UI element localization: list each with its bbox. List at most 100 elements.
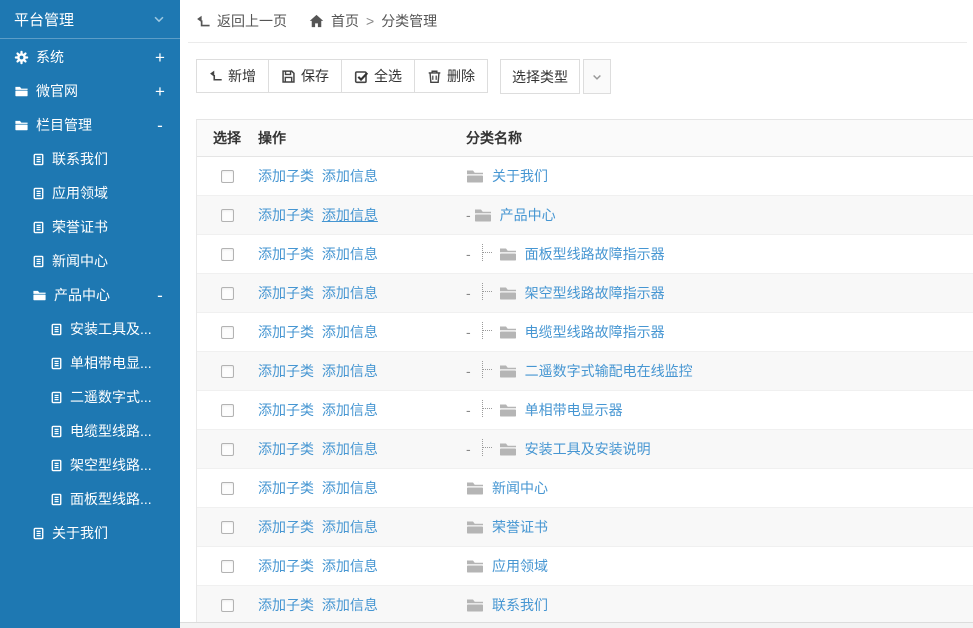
row-action-cell: 添加子类 添加信息	[258, 283, 460, 303]
row-checkbox[interactable]	[221, 560, 234, 573]
collapse-dash[interactable]: -	[466, 403, 471, 417]
sidebar-item[interactable]: 新闻中心	[0, 244, 180, 278]
row-action-cell: 添加子类 添加信息	[258, 595, 460, 615]
add-subcategory-link[interactable]: 添加子类	[258, 168, 314, 184]
add-info-link[interactable]: 添加信息	[322, 324, 378, 340]
row-checkbox[interactable]	[221, 209, 234, 222]
row-action-cell: 添加子类 添加信息	[258, 322, 460, 342]
add-info-link[interactable]: 添加信息	[322, 558, 378, 574]
sidebar-item[interactable]: 关于我们	[0, 516, 180, 550]
category-name-link[interactable]: 新闻中心	[492, 478, 548, 498]
expand-toggle-icon[interactable]: +	[154, 49, 166, 66]
table-header-row: 选择 操作 分类名称	[197, 120, 973, 157]
category-name-link[interactable]: 安装工具及安装说明	[525, 439, 651, 459]
sidebar-item[interactable]: 微官网 +	[0, 74, 180, 108]
collapse-dash[interactable]: -	[466, 247, 471, 261]
sidebar-item[interactable]: 单相带电显...	[0, 346, 180, 380]
add-subcategory-link[interactable]: 添加子类	[258, 519, 314, 535]
row-checkbox[interactable]	[221, 248, 234, 261]
category-name-link[interactable]: 荣誉证书	[492, 517, 548, 537]
select-all-button[interactable]: 全选	[341, 59, 415, 93]
add-info-link[interactable]: 添加信息	[322, 519, 378, 535]
header-action: 操作	[258, 128, 460, 148]
row-checkbox[interactable]	[221, 170, 234, 183]
row-checkbox[interactable]	[221, 521, 234, 534]
header-category-name: 分类名称	[460, 128, 973, 148]
category-name-link[interactable]: 单相带电显示器	[525, 400, 623, 420]
row-name-cell: 关于我们	[460, 166, 973, 186]
expand-toggle-icon[interactable]: -	[154, 287, 166, 304]
sidebar-item[interactable]: 架空型线路...	[0, 448, 180, 482]
sidebar-item[interactable]: 安装工具及...	[0, 312, 180, 346]
breadcrumb-home-link[interactable]: 首页	[331, 11, 359, 31]
sidebar-item[interactable]: 应用领域	[0, 176, 180, 210]
add-subcategory-link[interactable]: 添加子类	[258, 402, 314, 418]
save-button-label: 保存	[301, 66, 329, 86]
collapse-dash[interactable]: -	[466, 208, 471, 222]
row-checkbox[interactable]	[221, 443, 234, 456]
row-checkbox[interactable]	[221, 365, 234, 378]
category-name-link[interactable]: 产品中心	[500, 205, 556, 225]
add-subcategory-link[interactable]: 添加子类	[258, 207, 314, 223]
sidebar-item[interactable]: 二遥数字式...	[0, 380, 180, 414]
add-subcategory-link[interactable]: 添加子类	[258, 597, 314, 613]
add-info-link[interactable]: 添加信息	[322, 246, 378, 262]
add-subcategory-link[interactable]: 添加子类	[258, 324, 314, 340]
type-select-caret[interactable]	[583, 59, 611, 94]
add-subcategory-link[interactable]: 添加子类	[258, 441, 314, 457]
save-button[interactable]: 保存	[268, 59, 342, 93]
category-name-link[interactable]: 应用领域	[492, 556, 548, 576]
tree-branch-icon	[482, 439, 495, 456]
row-checkbox[interactable]	[221, 326, 234, 339]
sidebar-item[interactable]: 系统 +	[0, 40, 180, 74]
collapse-dash[interactable]: -	[466, 442, 471, 456]
add-info-link[interactable]: 添加信息	[322, 207, 378, 223]
row-checkbox[interactable]	[221, 599, 234, 612]
category-name-link[interactable]: 联系我们	[492, 595, 548, 615]
collapse-dash[interactable]: -	[466, 325, 471, 339]
add-subcategory-link[interactable]: 添加子类	[258, 246, 314, 262]
sidebar-item[interactable]: 栏目管理 -	[0, 108, 180, 142]
row-checkbox[interactable]	[221, 482, 234, 495]
row-name-cell: - 二遥数字式输配电在线监控	[460, 361, 973, 381]
select-all-button-label: 全选	[374, 66, 402, 86]
add-subcategory-link[interactable]: 添加子类	[258, 363, 314, 379]
row-action-cell: 添加子类 添加信息	[258, 400, 460, 420]
sidebar-item[interactable]: 电缆型线路...	[0, 414, 180, 448]
type-select[interactable]: 选择类型	[500, 59, 580, 94]
category-name-link[interactable]: 面板型线路故障指示器	[525, 244, 665, 264]
chevron-down-icon[interactable]	[152, 12, 166, 26]
category-name-link[interactable]: 二遥数字式输配电在线监控	[525, 361, 693, 381]
sidebar-item[interactable]: 荣誉证书	[0, 210, 180, 244]
delete-button[interactable]: 删除	[414, 59, 488, 93]
category-name-link[interactable]: 关于我们	[492, 166, 548, 186]
add-info-link[interactable]: 添加信息	[322, 402, 378, 418]
folder-icon	[466, 520, 484, 535]
sidebar-item[interactable]: 产品中心 -	[0, 278, 180, 312]
breadcrumb-current: 分类管理	[381, 11, 437, 31]
category-name-link[interactable]: 电缆型线路故障指示器	[525, 322, 665, 342]
add-info-link[interactable]: 添加信息	[322, 363, 378, 379]
collapse-dash[interactable]: -	[466, 286, 471, 300]
add-subcategory-link[interactable]: 添加子类	[258, 558, 314, 574]
row-select-cell	[197, 482, 258, 495]
add-info-link[interactable]: 添加信息	[322, 597, 378, 613]
category-name-link[interactable]: 架空型线路故障指示器	[525, 283, 665, 303]
expand-toggle-icon[interactable]: +	[154, 83, 166, 100]
add-info-link[interactable]: 添加信息	[322, 168, 378, 184]
row-checkbox[interactable]	[221, 287, 234, 300]
expand-toggle-icon[interactable]: -	[154, 117, 166, 134]
add-subcategory-link[interactable]: 添加子类	[258, 480, 314, 496]
sidebar-header[interactable]: 平台管理	[0, 0, 180, 39]
add-info-link[interactable]: 添加信息	[322, 441, 378, 457]
back-link[interactable]: 返回上一页	[196, 11, 287, 31]
sidebar-item[interactable]: 面板型线路...	[0, 482, 180, 516]
add-info-link[interactable]: 添加信息	[322, 480, 378, 496]
table-row: 添加子类 添加信息 - 面板型线路故障指示器	[197, 235, 973, 274]
sidebar-item[interactable]: 联系我们	[0, 142, 180, 176]
add-button[interactable]: 新增	[196, 59, 269, 93]
row-checkbox[interactable]	[221, 404, 234, 417]
collapse-dash[interactable]: -	[466, 364, 471, 378]
add-subcategory-link[interactable]: 添加子类	[258, 285, 314, 301]
add-info-link[interactable]: 添加信息	[322, 285, 378, 301]
